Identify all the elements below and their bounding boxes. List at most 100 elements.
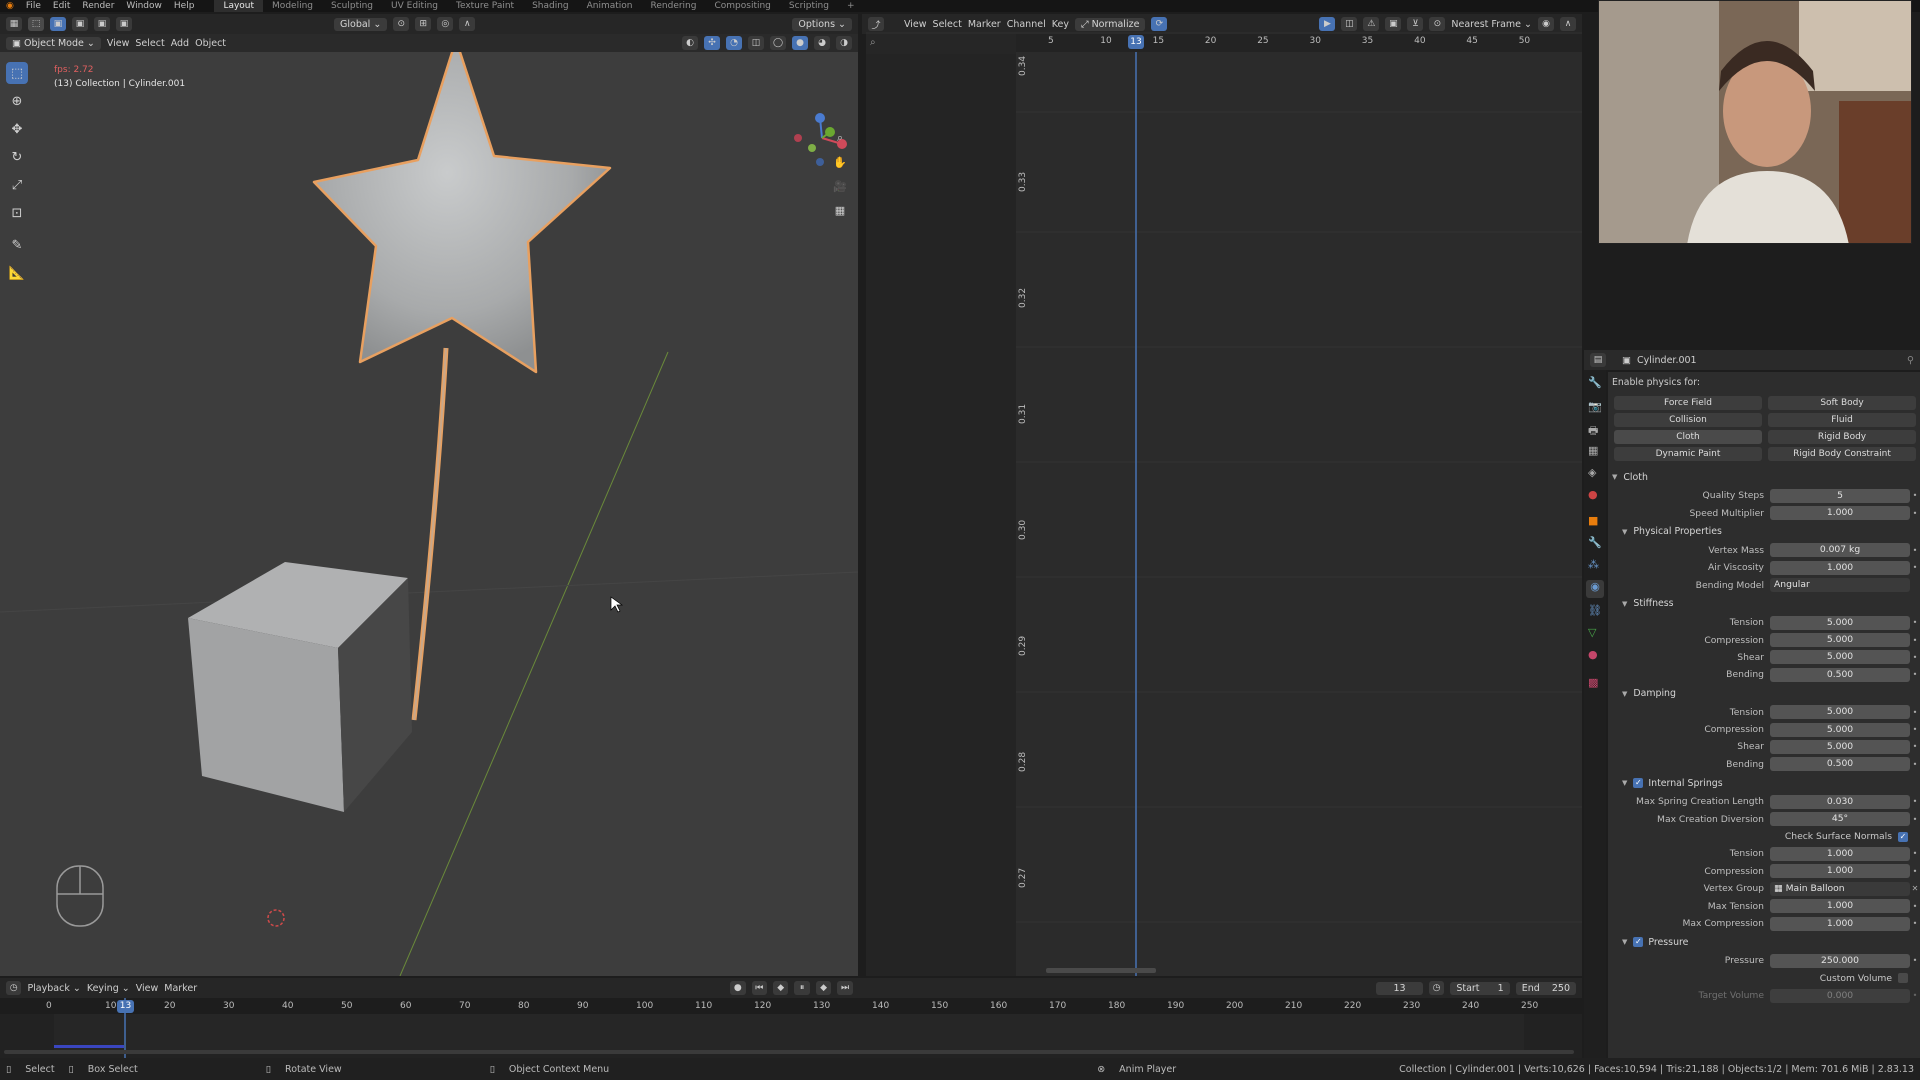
pressure-checkbox[interactable]: ✓ (1633, 937, 1644, 948)
fluid-button[interactable]: Fluid (1768, 413, 1916, 427)
jump-end-icon[interactable]: ⏭ (837, 981, 853, 995)
rotate-tool-icon[interactable]: ↻ (6, 146, 28, 168)
refresh-icon[interactable]: ⟳ (1151, 17, 1168, 31)
stiffness-header[interactable]: ▼ Stiffness (1608, 594, 1920, 614)
damping-compression-field[interactable]: 5.000 (1770, 722, 1910, 737)
xray-icon[interactable]: ◫ (748, 36, 764, 50)
menu-file[interactable]: File (20, 1, 47, 11)
wireframe-shading-icon[interactable]: ◯ (770, 36, 786, 50)
select-tool-icon[interactable]: ⬚ (6, 62, 28, 84)
falloff-icon[interactable]: ∧ (459, 17, 476, 31)
quality-steps-field[interactable]: 5 (1770, 488, 1910, 503)
stiffness-bending-field[interactable]: 0.500 (1770, 667, 1910, 682)
pause-icon[interactable]: ⏸ (794, 981, 810, 995)
properties-editor-icon[interactable]: ▤ (1590, 353, 1606, 367)
menu-help[interactable]: Help (168, 1, 201, 11)
overlay-icon[interactable]: ◔ (726, 36, 742, 50)
dynamic-paint-button[interactable]: Dynamic Paint (1614, 447, 1762, 461)
max-tension-field[interactable]: 1.000 (1770, 899, 1910, 914)
viewport-menu-object[interactable]: Object (195, 38, 226, 49)
viewport-menu-add[interactable]: Add (171, 38, 189, 49)
transform-tool-icon[interactable]: ⊡ (6, 202, 28, 224)
filter-icon[interactable]: ⊻ (1407, 17, 1424, 31)
measure-tool-icon[interactable]: 📐 (6, 262, 28, 284)
tool-tab-icon[interactable]: 🔧 (1588, 376, 1602, 389)
target-volume-field[interactable]: 0.000 (1770, 988, 1910, 1003)
max-diversion-field[interactable]: 45° (1770, 812, 1910, 827)
object-tab-icon[interactable]: ■ (1588, 514, 1598, 527)
menu-window[interactable]: Window (120, 1, 168, 11)
viewport-menu-view[interactable]: View (107, 38, 130, 49)
cloth-panel-header[interactable]: ▼ Cloth (1608, 467, 1920, 487)
editor-type-icon[interactable]: ▦ (6, 17, 22, 31)
graph-channel-list[interactable] (866, 54, 1016, 976)
zoom-icon[interactable]: ⌕ (830, 128, 850, 148)
max-compression-field[interactable]: 1.000 (1770, 916, 1910, 931)
add-workspace-button[interactable]: + (838, 0, 864, 12)
graph-menu-channel[interactable]: Channel (1007, 19, 1046, 30)
tab-scripting[interactable]: Scripting (780, 0, 838, 12)
menu-render[interactable]: Render (76, 1, 120, 11)
camera-icon[interactable]: 🎥 (830, 176, 850, 196)
scale-tool-icon[interactable]: ⤢ (6, 174, 28, 196)
damping-header[interactable]: ▼ Damping (1608, 684, 1920, 704)
spring-compression-field[interactable]: 1.000 (1770, 864, 1910, 879)
collision-button[interactable]: Collision (1614, 413, 1762, 427)
graph-editor-type-icon[interactable]: ⤴ (868, 17, 884, 31)
texture-tab-icon[interactable]: ▩ (1588, 676, 1598, 689)
start-frame-field[interactable]: Start 1 (1450, 981, 1510, 995)
select-box-icon[interactable]: ▣ (50, 17, 66, 31)
force-field-button[interactable]: Force Field (1614, 396, 1762, 410)
view-layer-tab-icon[interactable]: ▦ (1588, 444, 1598, 457)
transform-orientation-dropdown[interactable]: Global ⌄ (334, 17, 388, 31)
tab-sculpting[interactable]: Sculpting (322, 0, 382, 12)
stiffness-shear-field[interactable]: 5.000 (1770, 650, 1910, 665)
tab-rendering[interactable]: Rendering (642, 0, 706, 12)
current-frame-field[interactable]: 13 (1376, 981, 1423, 995)
graph-menu-key[interactable]: Key (1052, 19, 1069, 30)
jump-start-icon[interactable]: ⏮ (751, 981, 768, 995)
ghost-icon[interactable]: ▣ (1385, 17, 1402, 31)
output-tab-icon[interactable]: 🖶 (1588, 422, 1598, 441)
rendered-shading-icon[interactable]: ◑ (836, 36, 852, 50)
rigid-body-button[interactable]: Rigid Body (1768, 430, 1916, 444)
pressure-header[interactable]: ▼ ✓ Pressure (1608, 932, 1920, 952)
pivot-icon[interactable]: ⊙ (1429, 17, 1446, 31)
internal-springs-header[interactable]: ▼ ✓ Internal Springs (1608, 773, 1920, 793)
max-spring-length-field[interactable]: 0.030 (1770, 794, 1910, 809)
pressure-field[interactable]: 250.000 (1770, 953, 1910, 968)
snap-icon[interactable]: ⊞ (415, 17, 432, 31)
timeline-menu-view[interactable]: View (136, 983, 159, 994)
3d-viewport[interactable]: fps: 2.72 (13) Collection | Cylinder.001… (0, 52, 858, 976)
show-hidden-icon[interactable]: ◫ (1341, 17, 1358, 31)
timeline-menu-keying[interactable]: Keying ⌄ (87, 983, 130, 994)
end-frame-field[interactable]: End 250 (1515, 981, 1576, 995)
damping-shear-field[interactable]: 5.000 (1770, 739, 1910, 754)
falloff-curve-icon[interactable]: ∧ (1560, 17, 1576, 31)
stiffness-tension-field[interactable]: 5.000 (1770, 615, 1910, 630)
tab-modeling[interactable]: Modeling (263, 0, 322, 12)
snap-mode-dropdown[interactable]: Nearest Frame ⌄ (1451, 19, 1532, 30)
scene-tab-icon[interactable]: ◈ (1588, 466, 1596, 479)
prev-keyframe-icon[interactable]: ◆ (773, 981, 789, 995)
physical-properties-header[interactable]: ▼ Physical Properties (1608, 522, 1920, 542)
tab-layout[interactable]: Layout (214, 0, 264, 12)
check-surface-normals-checkbox[interactable]: ✓ (1898, 831, 1908, 842)
blender-logo-icon[interactable]: ◉ (0, 1, 20, 11)
next-keyframe-icon[interactable]: ◆ (815, 981, 832, 995)
custom-volume-checkbox[interactable] (1898, 973, 1908, 984)
damping-bending-field[interactable]: 0.500 (1770, 757, 1910, 772)
material-shading-icon[interactable]: ◕ (814, 36, 830, 50)
solid-shading-icon[interactable]: ● (792, 36, 808, 50)
viewport-menu-select[interactable]: Select (135, 38, 164, 49)
preview-range-icon[interactable]: ◷ (1428, 981, 1445, 995)
physics-tab-icon[interactable]: ◉ (1586, 580, 1604, 598)
modifiers-tab-icon[interactable]: 🔧 (1588, 536, 1602, 549)
proportional-edit-icon[interactable]: ◎ (437, 17, 454, 31)
internal-springs-checkbox[interactable]: ✓ (1633, 778, 1644, 789)
only-selected-icon[interactable]: ▶ (1319, 17, 1336, 31)
tab-texture-paint[interactable]: Texture Paint (447, 0, 523, 12)
damping-tension-field[interactable]: 5.000 (1770, 705, 1910, 720)
particles-tab-icon[interactable]: ⁂ (1588, 558, 1599, 571)
pin-icon[interactable]: ⚲ (1907, 355, 1914, 366)
